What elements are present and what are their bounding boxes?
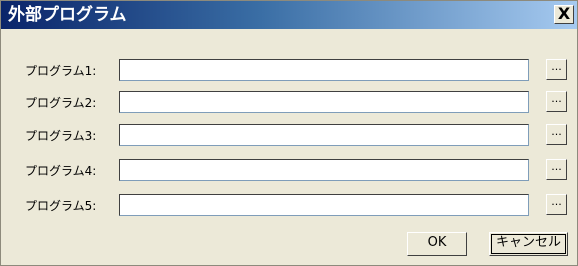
cancel-button[interactable]: キャンセル xyxy=(489,232,568,256)
program-row-4: プログラム4: ... xyxy=(1,159,577,183)
program-1-label: プログラム1: xyxy=(25,64,97,78)
program-row-2: プログラム2: ... xyxy=(1,91,577,115)
program-3-browse-button[interactable]: ... xyxy=(546,124,567,145)
program-3-label: プログラム3: xyxy=(25,129,97,143)
program-5-label: プログラム5: xyxy=(25,199,97,213)
program-2-label: プログラム2: xyxy=(25,96,97,110)
program-row-5: プログラム5: ... xyxy=(1,194,577,218)
program-row-3: プログラム3: ... xyxy=(1,124,577,148)
program-4-input[interactable] xyxy=(119,159,529,181)
external-programs-dialog: 外部プログラム X プログラム1: ... プログラム2: ... プログラム3… xyxy=(0,0,578,266)
program-1-browse-button[interactable]: ... xyxy=(546,59,567,80)
program-row-1: プログラム1: ... xyxy=(1,59,577,83)
program-3-input[interactable] xyxy=(119,124,529,146)
program-5-browse-button[interactable]: ... xyxy=(546,194,567,215)
close-button[interactable]: X xyxy=(554,5,574,24)
program-2-input[interactable] xyxy=(119,91,529,113)
ok-button[interactable]: OK xyxy=(407,232,467,256)
program-2-browse-button[interactable]: ... xyxy=(546,91,567,112)
title-bar[interactable]: 外部プログラム X xyxy=(1,1,577,29)
program-5-input[interactable] xyxy=(119,194,529,216)
window-title: 外部プログラム xyxy=(8,5,127,25)
program-1-input[interactable] xyxy=(119,59,529,81)
program-4-label: プログラム4: xyxy=(25,164,97,178)
close-icon: X xyxy=(557,4,571,23)
program-4-browse-button[interactable]: ... xyxy=(546,159,567,180)
